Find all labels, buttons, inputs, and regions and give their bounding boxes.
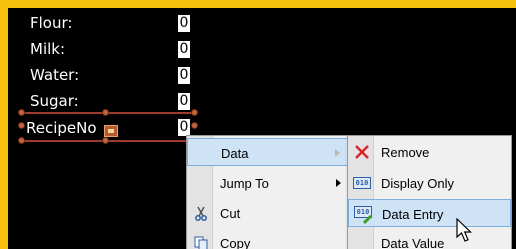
recipeno-field[interactable]: 0 xyxy=(178,119,190,136)
water-label: Water: xyxy=(30,66,80,84)
flour-label: Flour: xyxy=(30,14,73,32)
submenu-item-display-only[interactable]: 010 Display Only xyxy=(348,169,511,197)
menu-item-label: Remove xyxy=(381,145,430,160)
resize-handle[interactable] xyxy=(191,109,198,116)
menu-item-label: Copy xyxy=(220,236,251,249)
menu-item-label: Display Only xyxy=(381,176,454,191)
submenu-item-data-value[interactable]: Data Value xyxy=(348,229,511,249)
submenu-arrow-icon xyxy=(335,149,340,157)
recipeno-label[interactable]: RecipeNo xyxy=(26,119,97,137)
milk-field[interactable]: 0 xyxy=(178,41,190,58)
menu-item-label: Data Entry xyxy=(382,207,444,222)
resize-handle[interactable] xyxy=(191,122,198,129)
menu-item-label: Cut xyxy=(220,206,241,221)
resize-handle[interactable] xyxy=(18,109,25,116)
scissors-icon xyxy=(195,206,207,221)
sugar-field[interactable]: 0 xyxy=(178,93,190,110)
menu-item-copy[interactable]: Copy xyxy=(187,229,351,249)
submenu-item-data-entry[interactable]: 010 Data Entry xyxy=(348,199,511,227)
menu-item-jump-to[interactable]: Jump To xyxy=(187,169,351,197)
milk-label: Milk: xyxy=(30,40,66,58)
field-tag-icon xyxy=(104,125,118,137)
red-x-icon xyxy=(355,145,369,159)
resize-handle[interactable] xyxy=(18,137,25,144)
menu-item-label: Jump To xyxy=(220,176,269,191)
water-field[interactable]: 0 xyxy=(178,67,190,84)
resize-handle[interactable] xyxy=(102,137,109,144)
menu-item-data[interactable]: Data xyxy=(187,138,351,166)
context-menu: Data Jump To Cut Copy xyxy=(186,135,352,249)
resize-handle[interactable] xyxy=(102,109,109,116)
menu-item-label: Data xyxy=(221,146,249,161)
resize-handle[interactable] xyxy=(18,122,25,129)
display-only-icon: 010 xyxy=(353,177,371,189)
copy-icon xyxy=(194,236,208,249)
pencil-overlay-icon xyxy=(363,214,373,224)
mouse-pointer-icon xyxy=(456,218,472,242)
menu-item-label: Data Value xyxy=(381,236,445,249)
submenu-item-remove[interactable]: Remove xyxy=(348,138,511,166)
data-submenu: Remove 010 Display Only 010 Data Entry D… xyxy=(347,135,512,249)
sugar-label: Sugar: xyxy=(30,92,79,110)
flour-field[interactable]: 0 xyxy=(178,15,190,32)
menu-item-cut[interactable]: Cut xyxy=(187,199,351,227)
submenu-arrow-icon xyxy=(336,179,341,187)
